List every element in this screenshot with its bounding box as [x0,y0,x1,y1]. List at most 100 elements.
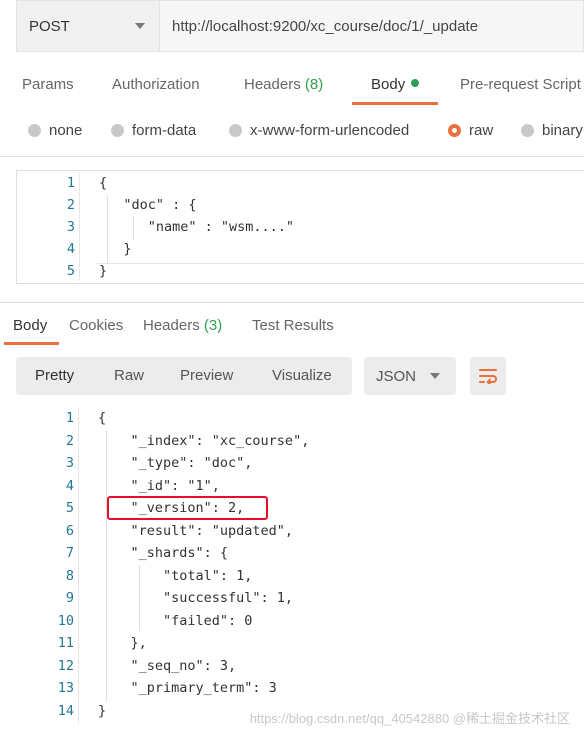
radio-none[interactable]: none [28,122,82,139]
url-input[interactable]: http://localhost:9200/xc_course/doc/1/_u… [160,0,584,52]
line-number: 1 [66,175,75,191]
wrap-lines-icon [479,369,497,384]
code-text: "total": 1, [98,567,253,584]
line-number: 14 [57,702,74,719]
response-view-toolbar: Pretty Raw Preview Visualize [16,357,352,395]
code-line: 2 "doc" : { [17,194,584,216]
code-line: 1{ [17,172,584,194]
version-highlight-box [107,496,268,520]
radio-urlencoded-label: x-www-form-urlencoded [250,122,410,139]
line-number: 11 [57,635,74,651]
tab-authorization[interactable]: Authorization [112,76,200,93]
line-number: 3 [66,219,75,235]
code-line: 7 "_shards": { [16,542,584,564]
url-bar: POST http://localhost:9200/xc_course/doc… [16,0,584,52]
body-type-radio-group: none form-data x-www-form-urlencoded raw… [0,118,584,146]
response-tabs: Body Cookies Headers (3) Test Results [0,314,584,346]
code-text: "_type": "doc", [98,455,253,471]
view-visualize-button[interactable]: Visualize [272,367,332,384]
code-text: { [99,175,108,191]
code-line: 12 "_seq_no": 3, [16,655,584,677]
radio-form-data[interactable]: form-data [111,122,196,139]
code-text: } [99,241,132,257]
code-line: 10 "failed": 0 [16,610,584,632]
divider [0,156,584,157]
line-number: 10 [57,612,74,629]
code-line: 6 "result": "updated", [16,520,584,542]
tab-response-headers[interactable]: Headers (3) [143,317,222,334]
tab-body-label: Body [371,76,406,93]
tab-headers[interactable]: Headers (8) [244,76,323,93]
response-body-viewer[interactable]: 1{ 2 "_index": "xc_course", 3 "_type": "… [16,406,584,726]
code-line: 3 "name" : "wsm...." [17,216,584,238]
line-number: 5 [66,263,75,279]
tab-body[interactable]: Body [371,76,420,93]
tab-cookies[interactable]: Cookies [69,317,123,334]
code-text: "_primary_term": 3 [98,680,277,696]
code-text: "successful": 1, [98,590,294,606]
headers-count-badge: (8) [304,76,324,93]
code-line: 3 "_type": "doc", [16,452,584,474]
radio-form-data-label: form-data [132,122,197,139]
code-line: 9 "successful": 1, [16,587,584,609]
code-line: 5 "_version": 2, [16,497,584,519]
radio-circle-icon [111,124,124,137]
tab-prerequest-script[interactable]: Pre-request Script [460,76,581,93]
code-line: 1{ [16,407,584,429]
tab-test-results[interactable]: Test Results [252,317,334,334]
code-line: 4 "_id": "1", [16,475,584,497]
request-body-editor[interactable]: 1{ 2 "doc" : { 3 "name" : "wsm...." 4 } … [16,170,584,284]
radio-circle-icon [229,124,242,137]
radio-selected-icon [448,124,461,137]
view-preview-button[interactable]: Preview [180,367,233,384]
tab-response-headers-label: Headers [143,317,200,334]
code-text: "_index": "xc_course", [98,432,310,449]
code-line: 13 "_primary_term": 3 [16,677,584,699]
active-tab-underline [352,102,438,105]
code-line: 8 "total": 1, [16,565,584,587]
tab-params[interactable]: Params [22,76,74,93]
watermark: https://blog.csdn.net/qq_40542880 @稀土掘金技… [249,711,570,726]
radio-raw[interactable]: raw [448,122,493,139]
active-response-tab-underline [4,342,59,345]
line-number: 4 [66,241,75,257]
line-number: 13 [57,680,74,696]
method-select[interactable]: POST [16,0,160,52]
code-line: 11 }, [16,632,584,654]
view-pretty-button[interactable]: Pretty [35,367,74,384]
code-text: { [98,410,107,426]
line-number: 12 [57,657,74,674]
radio-raw-label: raw [469,122,494,139]
code-text: "_seq_no": 3, [98,657,237,674]
code-text: "doc" : { [99,197,197,213]
code-text: "_shards": { [98,545,229,561]
radio-binary-label: binary [542,122,583,139]
body-indicator-dot [411,79,420,87]
radio-binary[interactable]: binary [521,122,583,139]
code-line: 5} [17,260,584,282]
divider [0,302,584,303]
radio-none-label: none [49,122,83,139]
line-number: 3 [65,455,74,471]
radio-urlencoded[interactable]: x-www-form-urlencoded [229,122,409,139]
line-number: 6 [65,522,74,539]
code-text: }, [98,635,147,651]
request-tabs: Params Authorization Headers (8) Body Pr… [0,66,584,106]
format-select[interactable]: JSON [364,357,456,395]
view-raw-button[interactable]: Raw [114,367,144,384]
code-text: "failed": 0 [98,612,253,629]
code-text: } [99,263,108,279]
line-number: 7 [65,545,74,561]
code-text: "_id": "1", [98,477,220,494]
line-number: 8 [65,567,74,584]
format-label: JSON [376,367,417,385]
wrap-lines-button[interactable] [470,357,506,395]
radio-circle-icon [521,124,534,137]
line-number: 2 [66,197,75,213]
code-line: 2 "_index": "xc_course", [16,430,584,452]
code-text: } [98,702,107,719]
tab-response-body[interactable]: Body [13,317,47,334]
chevron-down-icon [430,373,440,379]
line-number: 1 [65,410,74,426]
code-line: 4 } [17,238,584,260]
